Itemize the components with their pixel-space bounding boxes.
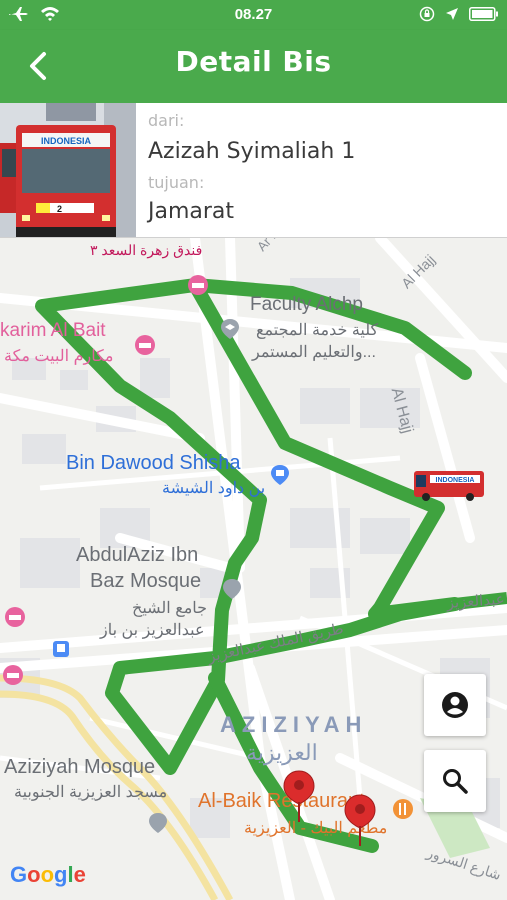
bus-sign-map: INDONESIA <box>436 477 475 484</box>
mosque-pin-icon[interactable] <box>148 812 168 834</box>
hotel-pin-icon[interactable] <box>134 334 156 356</box>
map-pin-icon[interactable] <box>283 770 315 822</box>
route-map[interactable]: فندق زهرة السعد ٣ Ar Ri Al Hajj Al Hajj … <box>0 238 507 900</box>
map-label-mosque1-ar-1: جامع الشيخ <box>132 600 208 617</box>
bus-stop-icon[interactable] <box>52 640 70 658</box>
battery-icon <box>469 7 499 25</box>
search-button[interactable] <box>424 750 486 812</box>
user-location-icon <box>442 692 468 718</box>
school-pin-icon[interactable] <box>220 318 240 340</box>
bus-number: 2 <box>57 204 62 214</box>
map-pin-icon[interactable] <box>344 794 376 846</box>
map-label-albaik: Al-Baik Restaurant <box>198 790 365 812</box>
map-label-shisha: Bin Dawood Shisha <box>66 452 241 474</box>
map-label-mosque1-2: Baz Mosque <box>90 570 202 592</box>
to-label: tujuan: <box>148 173 205 192</box>
map-label-karim: karim Al Bait <box>0 320 106 341</box>
map-label-mosque2-ar: مسجد العزيزية الجنوبية <box>14 784 168 801</box>
google-logo: Google <box>10 862 86 887</box>
bus-icon[interactable]: INDONESIA <box>412 467 486 503</box>
lock-rotation-icon <box>419 6 435 26</box>
map-label-faculty-ar-1: كلية خدمة المجتمع <box>256 322 379 339</box>
map-label-faculty-ar-2: والتعليم المستمر... <box>252 344 376 361</box>
bus-photo: INDONESIA 2 <box>0 103 136 237</box>
to-value: Jamarat <box>148 199 235 224</box>
map-label-aziziyah-ar: العزيزية <box>246 740 318 765</box>
from-value: Azizah Syimaliah 1 <box>148 139 356 164</box>
search-icon <box>443 769 468 794</box>
user-location-button[interactable] <box>424 674 486 736</box>
status-bar: 08.27 <box>0 0 507 30</box>
map-label-aziziyah: AZIZIYAH <box>220 712 368 737</box>
shopping-pin-icon[interactable] <box>270 464 290 486</box>
app-bar: Detail Bis <box>0 30 507 103</box>
restaurant-pin-icon[interactable] <box>392 798 414 820</box>
hotel-pin-icon[interactable] <box>187 274 209 296</box>
hotel-pin-icon[interactable] <box>2 664 24 686</box>
map-label-faculty: Faculty Alchp <box>250 294 363 315</box>
location-arrow-icon <box>445 7 459 25</box>
map-label-hotel: فندق زهرة السعد ٣ <box>90 242 203 258</box>
page-title: Detail Bis <box>175 45 332 78</box>
map-label-mosque1-ar-2: عبدالعزيز بن باز <box>100 622 205 639</box>
hotel-pin-icon[interactable] <box>4 606 26 628</box>
mosque-pin-icon[interactable] <box>222 578 242 600</box>
map-label-mosque2: Aziziyah Mosque <box>4 756 156 778</box>
from-label: dari: <box>148 111 185 130</box>
map-label-mosque1-1: AbdulAziz Ibn <box>76 544 199 566</box>
bus-info-card: INDONESIA 2 dari: Azizah Syimaliah 1 tuj… <box>0 103 507 238</box>
map-label-shisha-ar: بن داود الشيشة <box>162 480 266 497</box>
bus-sign: INDONESIA <box>41 136 92 146</box>
map-label-karim-ar: مكارم البيت مكة <box>4 348 114 365</box>
